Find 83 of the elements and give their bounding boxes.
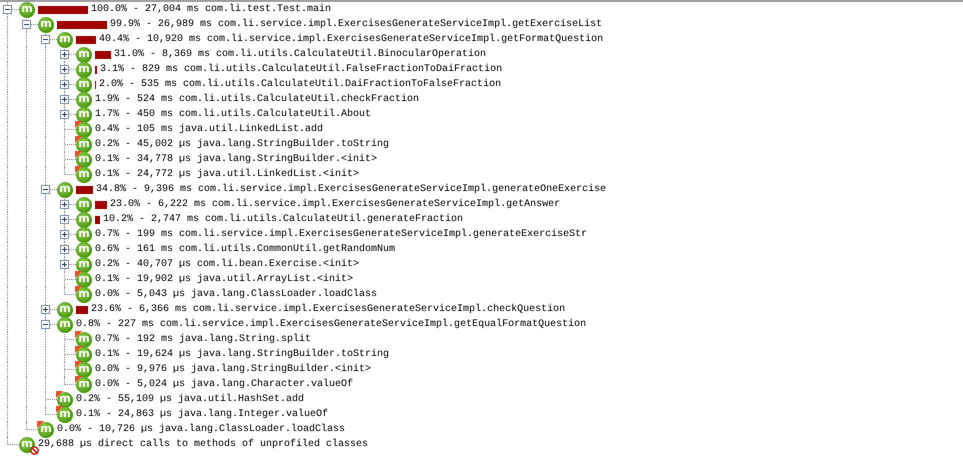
call-tree-node[interactable]: 0.1% - 34,778 µs java.lang.StringBuilder.<init> [95, 154, 378, 165]
call-tree-node[interactable]: 99.9% - 26,989 ms com.li.service.impl.ExercisesGenerateServiceImpl.getExerciseList [110, 19, 602, 30]
method-icon: m [57, 316, 73, 332]
call-tree-node[interactable]: 0.0% - 9,976 µs java.lang.StringBuilder.<init> [95, 364, 372, 375]
expand-toggle-icon[interactable] [22, 20, 31, 29]
call-tree-node[interactable]: 23.0% - 6,222 ms com.li.service.impl.ExercisesGenerateServiceImpl.getAnswer [110, 199, 560, 210]
call-tree-node[interactable]: 1.7% - 450 ms com.li.utils.CalculateUtil.About [95, 109, 372, 120]
percentage-bar [76, 36, 96, 44]
call-tree-node[interactable]: 0.2% - 55,109 µs java.util.HashSet.add [76, 394, 304, 405]
percentage-bar [95, 50, 111, 58]
call-tree-node[interactable]: 0.8% - 227 ms com.li.service.impl.ExercisesGenerateServiceImpl.getEqualFormatQuestion [76, 319, 586, 330]
call-tree-node[interactable]: 0.1% - 24,772 µs java.util.LinkedList.<init> [95, 169, 360, 180]
method-icon: m [76, 332, 92, 348]
method-icon: m [76, 106, 92, 122]
expand-toggle-icon[interactable] [60, 230, 69, 239]
expand-toggle-icon[interactable] [60, 200, 69, 209]
method-icon: m [76, 136, 92, 152]
method-icon: m [57, 182, 73, 198]
expand-toggle-icon[interactable] [60, 50, 69, 59]
percentage-bar [95, 216, 100, 224]
call-tree-node[interactable]: 0.2% - 40,707 µs com.li.bean.Exercise.<init> [95, 259, 360, 270]
method-icon: m [76, 376, 92, 392]
expand-toggle-icon[interactable] [60, 65, 69, 74]
call-tree-node[interactable]: 0.0% - 5,043 µs java.lang.ClassLoader.loadClass [95, 289, 378, 300]
method-icon: m [76, 362, 92, 378]
call-tree-node[interactable]: 40.4% - 10,920 ms com.li.service.impl.ExercisesGenerateServiceImpl.getFormatQuestion [99, 34, 604, 45]
percentage-bar [76, 186, 93, 194]
call-tree-node[interactable]: 100.0% - 27,004 ms com.li.test.Test.main [91, 4, 332, 15]
call-tree-node[interactable]: 3.1% - 829 ms com.li.utils.CalculateUtil.FalseFractionToDaiFraction [100, 64, 502, 75]
method-icon: m [76, 122, 92, 138]
method-icon: m [57, 392, 73, 408]
call-tree-node[interactable]: 29,688 µs direct calls to methods of unprofiled classes [38, 439, 368, 450]
method-icon: m [76, 196, 92, 212]
call-tree-node[interactable]: 23.6% - 6,366 ms com.li.service.impl.ExercisesGenerateServiceImpl.checkQuestion [91, 304, 566, 315]
expand-toggle-icon[interactable] [41, 320, 50, 329]
method-icon: m [76, 226, 92, 242]
method-icon: m [57, 406, 73, 422]
percentage-bar [95, 200, 107, 208]
percentage-bar [76, 306, 88, 314]
method-icon: m [76, 272, 92, 288]
call-tree-node[interactable]: 34.8% - 9,396 ms com.li.service.impl.ExercisesGenerateServiceImpl.generateOneExercise [96, 184, 606, 195]
call-tree-node[interactable]: 1.9% - 524 ms com.li.utils.CalculateUtil.checkFraction [95, 94, 420, 105]
method-icon: m [76, 346, 92, 362]
call-tree-node[interactable]: 10.2% - 2,747 ms com.li.utils.CalculateUtil.generateFraction [103, 214, 464, 225]
expand-toggle-icon[interactable] [41, 35, 50, 44]
call-tree-node[interactable]: 31.0% - 8,369 ms com.li.utils.CalculateUtil.BinocularOperation [114, 49, 486, 60]
method-icon: m [57, 302, 73, 318]
method-icon: m [38, 16, 54, 32]
call-tree-node[interactable]: 0.1% - 24,863 µs java.lang.Integer.valueOf [76, 409, 328, 420]
method-icon: m [57, 32, 73, 48]
call-tree-node[interactable]: 0.1% - 19,902 µs java.util.ArrayList.<init> [95, 274, 354, 285]
expand-toggle-icon[interactable] [60, 95, 69, 104]
method-icon: m [38, 422, 54, 438]
method-icon: m [76, 166, 92, 182]
expand-toggle-icon[interactable] [60, 215, 69, 224]
method-icon: m [76, 92, 92, 108]
call-tree-node[interactable]: 0.7% - 192 ms java.lang.String.split [95, 334, 312, 345]
call-tree-node[interactable]: 0.6% - 161 ms com.li.utils.CommonUtil.getRandomNum [95, 244, 396, 255]
method-icon: m [76, 256, 92, 272]
expand-toggle-icon[interactable] [41, 185, 50, 194]
method-icon: m [76, 286, 92, 302]
expand-toggle-icon[interactable] [3, 5, 12, 14]
call-tree-node[interactable]: 0.1% - 19,624 µs java.lang.StringBuilder.toString [95, 349, 390, 360]
percentage-bar [57, 20, 107, 28]
method-icon: m [76, 62, 92, 78]
method-icon: m [76, 242, 92, 258]
method-icon: m [76, 212, 92, 228]
expand-toggle-icon[interactable] [60, 260, 69, 269]
call-tree-node[interactable]: 0.2% - 45,002 µs java.lang.StringBuilder.toString [95, 139, 390, 150]
method-icon: m [19, 2, 35, 18]
call-tree-node[interactable]: 2.0% - 535 ms com.li.utils.CalculateUtil.DaiFractionToFalseFraction [99, 79, 502, 90]
call-tree-node[interactable]: 0.0% - 10,726 µs java.lang.ClassLoader.loadClass [57, 424, 346, 435]
method-icon: m [76, 76, 92, 92]
expand-toggle-icon[interactable] [60, 80, 69, 89]
call-tree-node[interactable]: 0.0% - 5,024 µs java.lang.Character.valueOf [95, 379, 354, 390]
method-icon: m [76, 46, 92, 62]
expand-toggle-icon[interactable] [41, 305, 50, 314]
expand-toggle-icon[interactable] [60, 245, 69, 254]
call-tree-node[interactable]: 0.4% - 105 ms java.util.LinkedList.add [95, 124, 324, 135]
percentage-bar [38, 6, 88, 14]
method-icon: m [76, 152, 92, 168]
call-tree-node[interactable]: 0.7% - 199 ms com.li.service.impl.ExercisesGenerateServiceImpl.generateExerciseStr [95, 229, 588, 240]
expand-toggle-icon[interactable] [60, 110, 69, 119]
